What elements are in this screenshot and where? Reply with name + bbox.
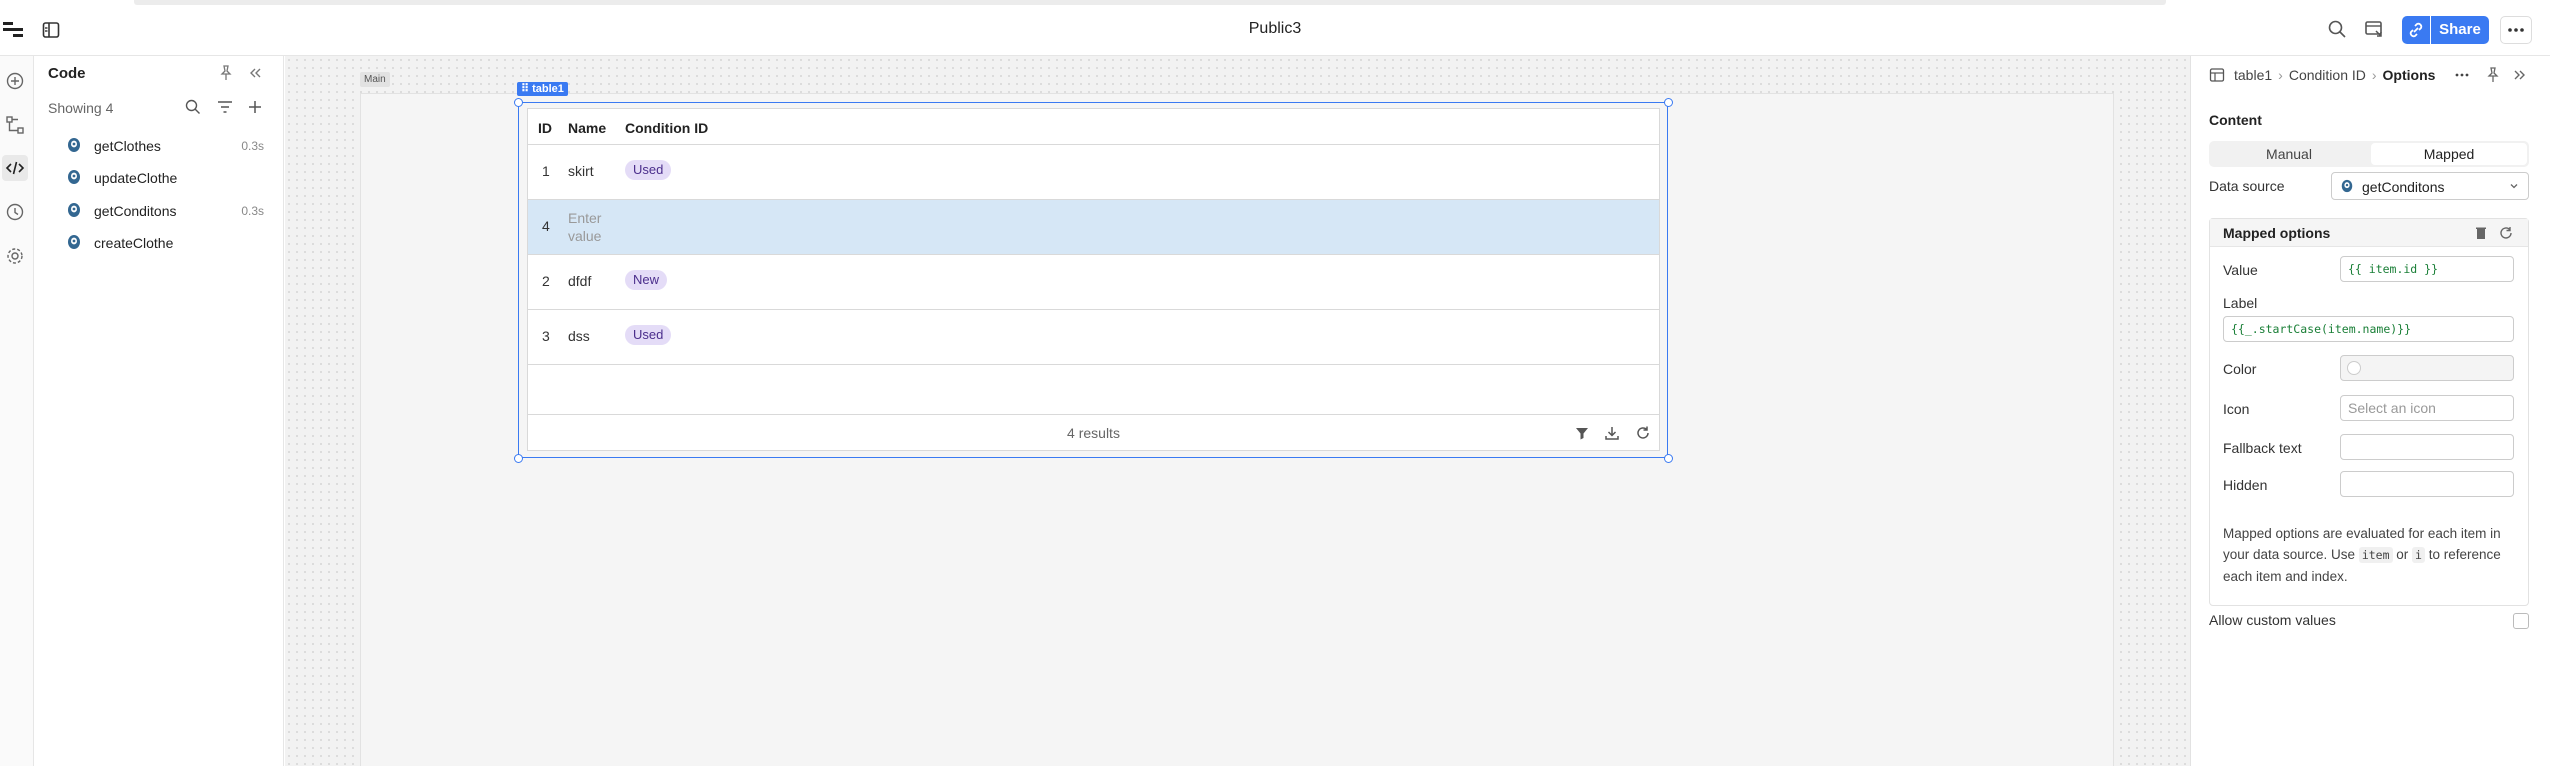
retool-logo-icon[interactable] [3, 22, 23, 38]
query-item[interactable]: updateClothe [34, 163, 284, 195]
resize-handle[interactable] [1664, 454, 1673, 463]
fallback-text-input[interactable] [2340, 434, 2514, 460]
label-label: Label [2223, 295, 2258, 311]
data-source-label: Data source [2209, 178, 2285, 194]
plus-circle-icon [6, 72, 24, 90]
plus-icon[interactable] [246, 98, 264, 116]
value-code-input[interactable]: {{ item.id }} [2340, 256, 2514, 282]
table-icon [2209, 68, 2225, 82]
mapped-options-title: Mapped options [2223, 225, 2331, 241]
refresh-icon[interactable] [2498, 225, 2514, 241]
postgres-icon [68, 235, 80, 249]
app-title[interactable]: Public3 [0, 20, 2550, 38]
breadcrumb: table1 › Condition ID › Options [2209, 65, 2435, 85]
mapped-options-section: Mapped options Value {{ item.id }} Label… [2209, 218, 2529, 606]
collapse-right-icon[interactable] [2511, 66, 2529, 84]
query-item[interactable]: createClothe [34, 228, 284, 260]
component-tree-icon [6, 116, 24, 134]
query-item[interactable]: getClothes 0.3s [34, 131, 284, 163]
search-icon[interactable] [184, 98, 202, 116]
resize-handle[interactable] [514, 98, 523, 107]
rail-add[interactable] [2, 68, 28, 94]
hidden-input[interactable] [2340, 471, 2514, 497]
mapped-options-help: Mapped options are evaluated for each it… [2223, 523, 2517, 587]
data-source-select[interactable]: getConditons [2331, 172, 2529, 200]
color-input[interactable] [2340, 355, 2514, 381]
postgres-icon [68, 138, 80, 152]
top-strip [134, 0, 2166, 5]
preview-icon[interactable] [2363, 18, 2385, 40]
color-swatch[interactable] [2347, 361, 2361, 375]
query-runtime: 0.3s [241, 139, 264, 153]
query-runtime: 0.3s [241, 204, 264, 218]
resize-handle[interactable] [1664, 98, 1673, 107]
search-icon[interactable] [2326, 18, 2348, 40]
allow-custom-label: Allow custom values [2209, 612, 2336, 628]
query-name: getConditons [94, 203, 177, 219]
collapse-left-icon[interactable] [246, 64, 264, 82]
editor-canvas[interactable]: Main ⠿ table1 ID Name Condition ID 1 ski… [285, 56, 2190, 766]
more-horizontal-icon[interactable] [2453, 66, 2471, 84]
rail-settings[interactable] [2, 243, 28, 269]
filter-icon[interactable] [216, 98, 234, 116]
pin-icon[interactable] [2484, 66, 2502, 84]
selection-outline [518, 102, 1668, 458]
icon-select[interactable]: Select an icon [2340, 395, 2514, 421]
breadcrumb-current: Options [2382, 67, 2436, 83]
postgres-icon [68, 203, 80, 217]
icon-label: Icon [2223, 401, 2250, 417]
help-code: i [2412, 547, 2425, 563]
mode-toggle: Manual Mapped [2209, 141, 2529, 167]
rail-code[interactable] [2, 155, 28, 181]
rail-tree[interactable] [2, 112, 28, 138]
code-panel-title: Code [48, 65, 86, 82]
breadcrumb-item[interactable]: table1 [2234, 67, 2272, 83]
query-name: createClothe [94, 235, 174, 251]
gear-icon [7, 248, 23, 264]
frame-label[interactable]: Main [360, 72, 390, 87]
hidden-label: Hidden [2223, 477, 2268, 493]
help-text: or [2392, 547, 2413, 562]
help-code: item [2358, 547, 2393, 563]
pin-icon[interactable] [217, 64, 235, 82]
breadcrumb-separator: › [2278, 67, 2283, 83]
more-menu-button[interactable] [2500, 16, 2532, 44]
postgres-icon [2341, 179, 2353, 193]
query-name: getClothes [94, 138, 161, 154]
top-bar: Public3 Share [0, 0, 2550, 56]
inspector-panel: table1 › Condition ID › Options Content … [2190, 56, 2550, 766]
query-item[interactable]: getConditons 0.3s [34, 196, 284, 228]
section-title: Content [2209, 112, 2262, 128]
history-icon [6, 203, 24, 221]
mode-manual[interactable]: Manual [2211, 143, 2367, 165]
rail-history[interactable] [2, 199, 28, 225]
chevron-down-icon [2510, 184, 2518, 189]
breadcrumb-separator: › [2371, 67, 2377, 83]
label-code-input[interactable]: {{_.startCase(item.name)}} [2223, 316, 2514, 342]
breadcrumb-item[interactable]: Condition ID [2289, 67, 2366, 83]
component-tag-label: table1 [532, 83, 564, 95]
mapped-options-header: Mapped options [2210, 219, 2528, 247]
resize-handle[interactable] [514, 454, 523, 463]
share-link-button[interactable] [2402, 16, 2430, 44]
data-source-value: getConditons [2362, 179, 2445, 195]
mode-mapped[interactable]: Mapped [2371, 143, 2527, 165]
link-icon [2409, 22, 2423, 38]
color-label: Color [2223, 361, 2257, 377]
layout-toggle-icon[interactable] [42, 21, 60, 39]
left-rail [0, 56, 34, 766]
delete-icon[interactable] [2473, 225, 2489, 241]
query-name: updateClothe [94, 170, 178, 186]
code-panel: Code Showing 4 getClothes 0.3s updateClo… [34, 56, 284, 766]
component-tag[interactable]: ⠿ table1 [517, 82, 568, 96]
allow-custom-checkbox[interactable] [2513, 613, 2529, 629]
value-label: Value [2223, 262, 2258, 278]
query-count: Showing 4 [48, 100, 114, 116]
more-horizontal-icon [2508, 28, 2524, 32]
code-icon [5, 161, 25, 175]
share-button[interactable]: Share [2431, 16, 2489, 44]
fallback-label: Fallback text [2223, 440, 2302, 456]
postgres-icon [68, 170, 80, 184]
